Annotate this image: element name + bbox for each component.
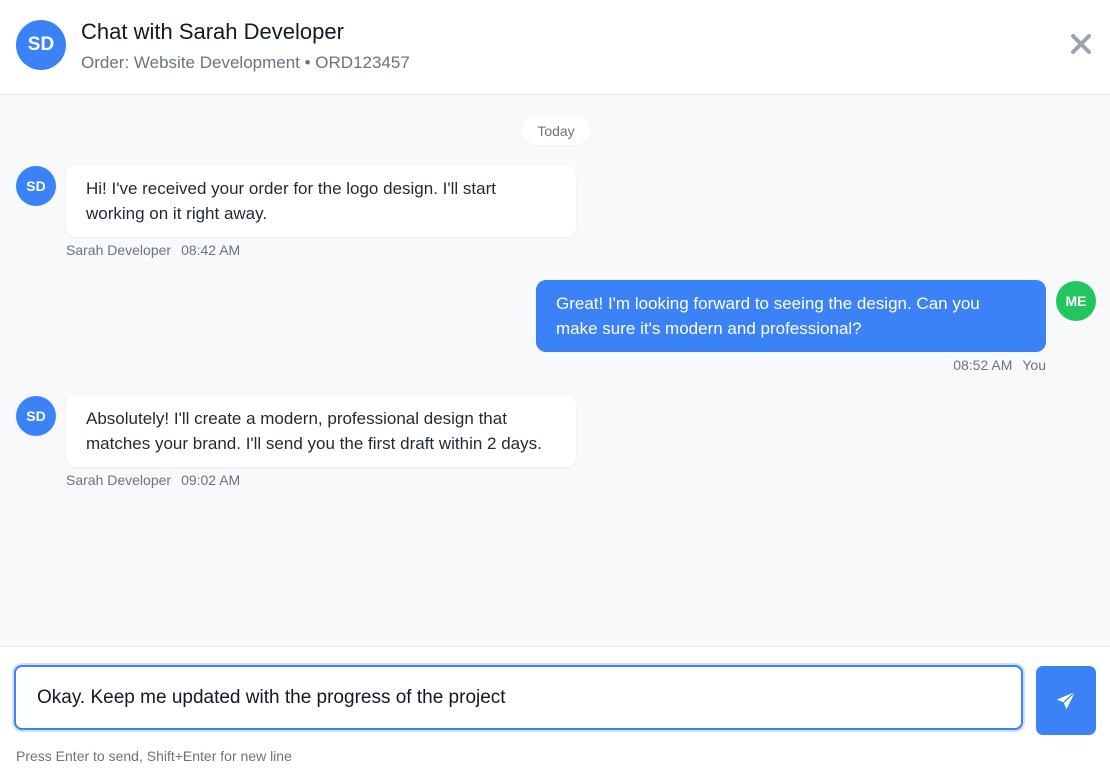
- send-button[interactable]: [1036, 666, 1096, 735]
- message-sender: Sarah Developer: [66, 472, 172, 488]
- send-icon: [1056, 690, 1076, 709]
- avatar: SD: [16, 20, 66, 70]
- send-hint: Press Enter to send, Shift+Enter for new…: [16, 748, 292, 764]
- message-bubble: Great! I'm looking forward to seeing the…: [536, 280, 1046, 352]
- message-meta: Sarah Developer 09:02 AM: [66, 472, 240, 488]
- message-time: 08:42 AM: [181, 242, 241, 258]
- avatar: ME: [1056, 281, 1096, 321]
- message-sender: You: [1022, 357, 1046, 373]
- chat-header: SD Chat with Sarah Developer Order: Webs…: [0, 0, 1110, 95]
- avatar: SD: [16, 166, 56, 206]
- avatar: SD: [16, 396, 56, 436]
- message-time: 09:02 AM: [181, 472, 241, 488]
- message-time: 08:52 AM: [953, 357, 1013, 373]
- chat-window: SD Chat with Sarah Developer Order: Webs…: [0, 0, 1110, 781]
- message-input[interactable]: [14, 665, 1023, 730]
- close-icon: [1071, 34, 1091, 54]
- order-subtitle: Order: Website Development • ORD123457: [81, 53, 410, 72]
- close-button[interactable]: [1064, 27, 1098, 61]
- message-bubble: Hi! I've received your order for the log…: [66, 165, 576, 237]
- message-bubble: Absolutely! I'll create a modern, profes…: [66, 395, 576, 467]
- date-separator: Today: [522, 116, 590, 145]
- message-meta: Sarah Developer 08:42 AM: [66, 242, 240, 258]
- chat-title: Chat with Sarah Developer: [81, 19, 344, 44]
- message-list[interactable]: Today SD Hi! I've received your order fo…: [0, 95, 1110, 646]
- message-composer: Press Enter to send, Shift+Enter for new…: [0, 646, 1110, 781]
- message-meta: 08:52 AM You: [953, 357, 1046, 373]
- message-sender: Sarah Developer: [66, 242, 172, 258]
